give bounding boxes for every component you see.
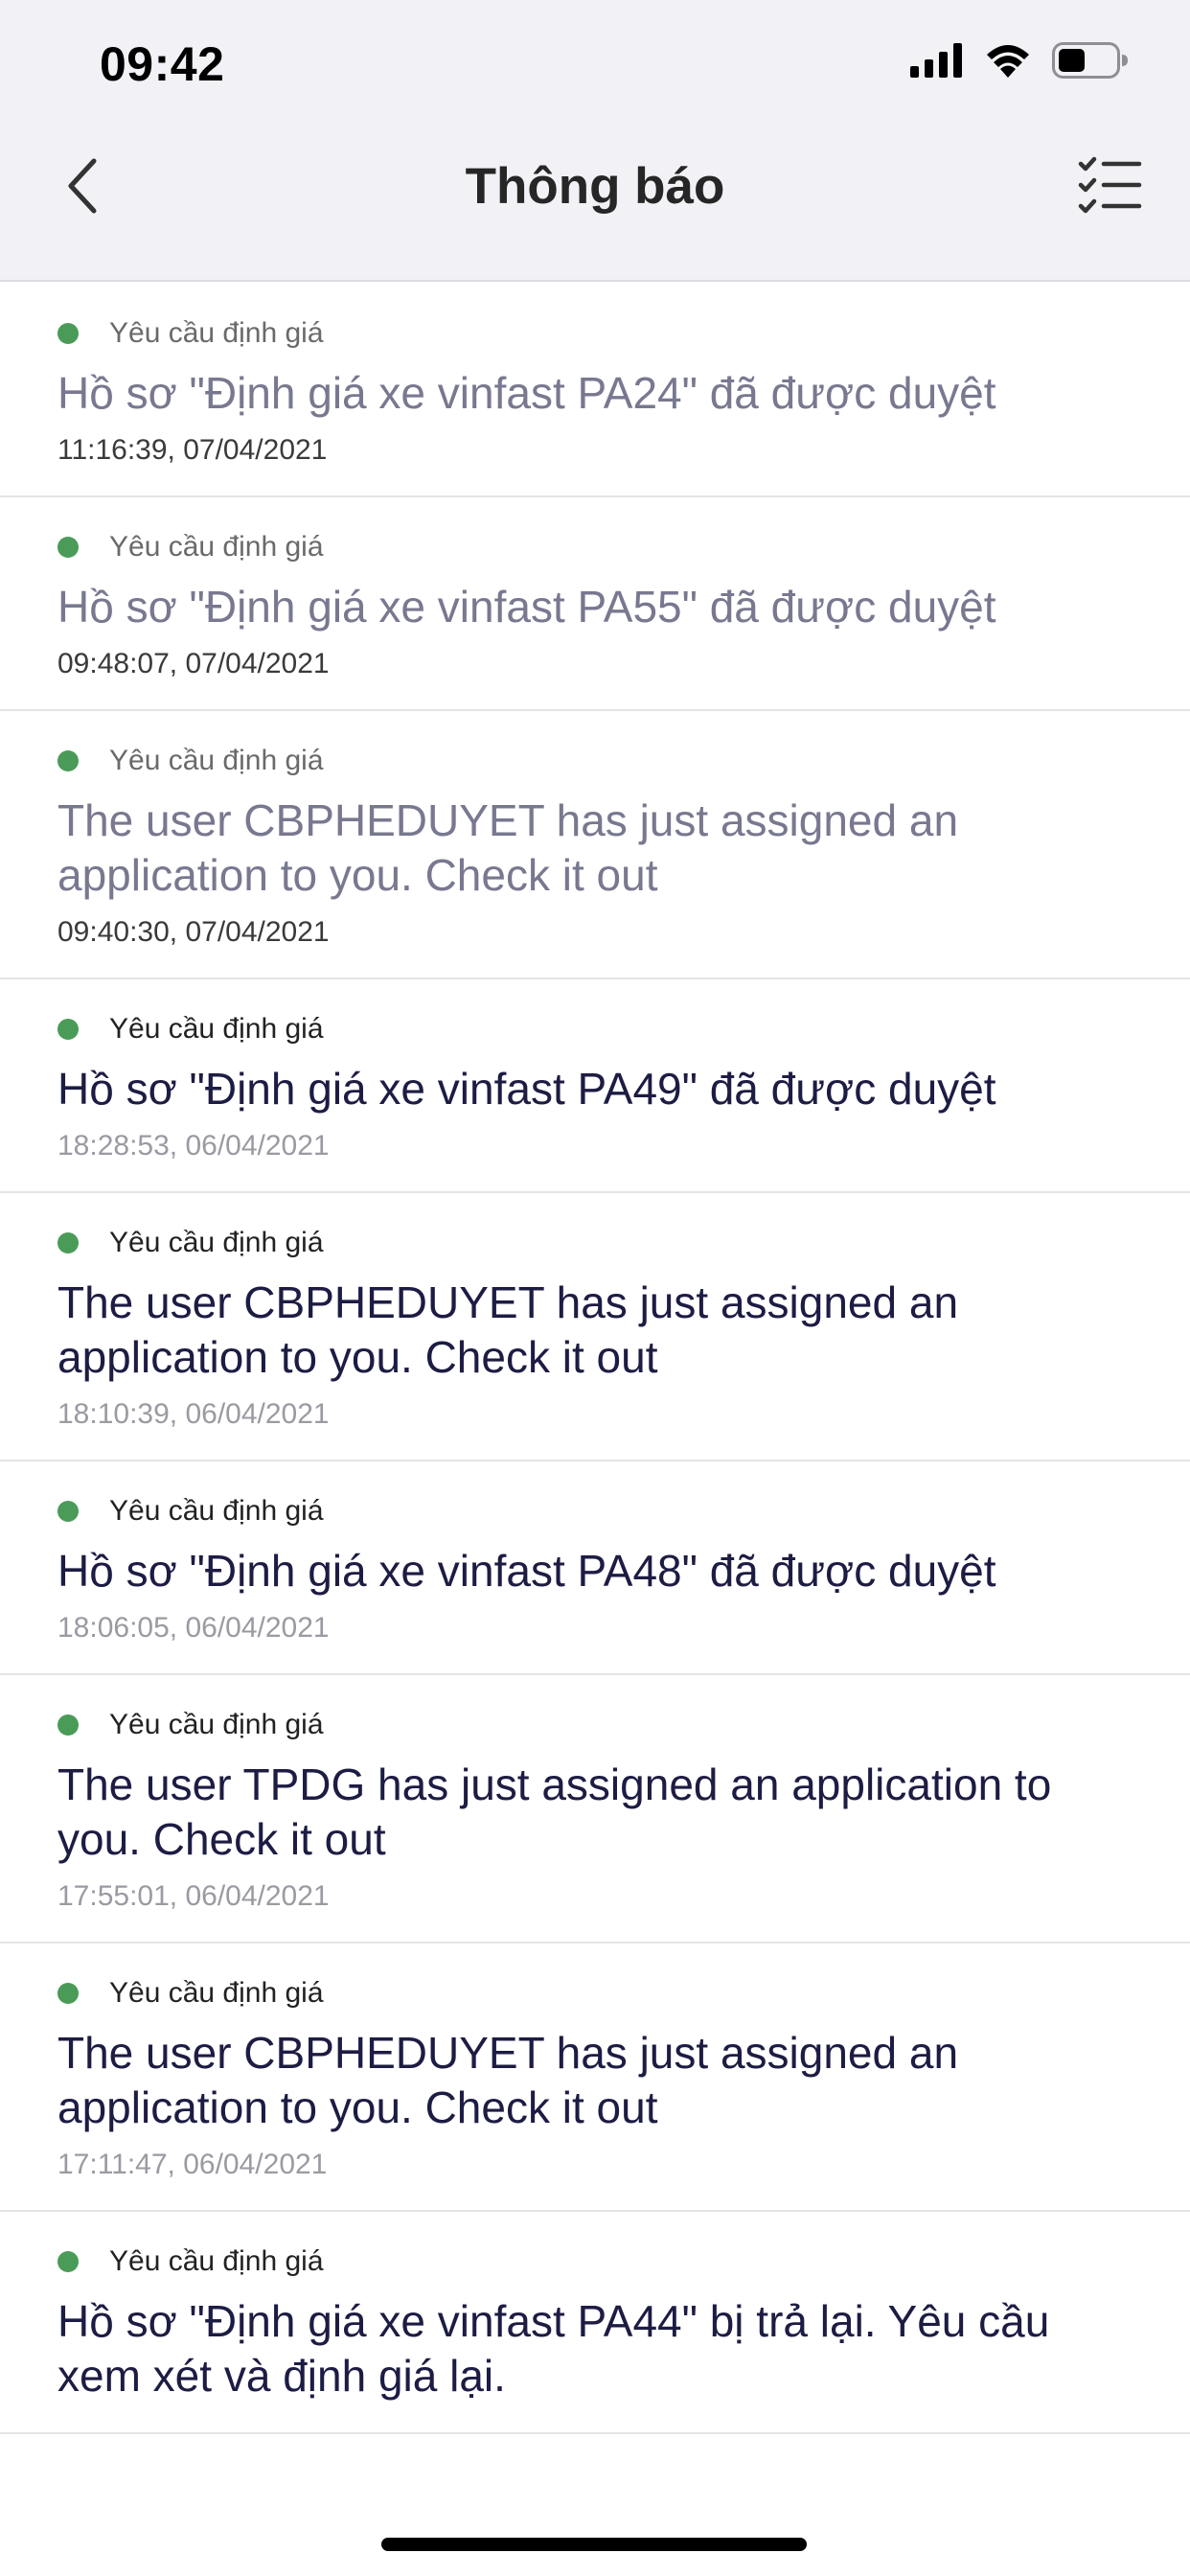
category-label: Yêu cầu định giá	[109, 1013, 324, 1045]
category-label: Yêu cầu định giá	[109, 1709, 324, 1740]
status-dot-icon	[57, 1232, 79, 1254]
notification-category: Yêu cầu định giá	[57, 1226, 1133, 1260]
status-dot-icon	[57, 1019, 79, 1040]
status-dot-icon	[57, 323, 79, 344]
status-dot-icon	[57, 537, 79, 558]
notification-item[interactable]: Yêu cầu định giá Hồ sơ "Định giá xe vinfa…	[0, 1461, 1190, 1675]
home-indicator	[381, 2538, 807, 2551]
status-bar: 09:42	[0, 0, 1190, 130]
category-label: Yêu cầu định giá	[109, 1495, 324, 1527]
nav-bar: Thông báo	[0, 130, 1190, 245]
notification-item[interactable]: Yêu cầu định giá The user TPDG has just a…	[0, 1675, 1190, 1944]
notification-title: The user CBPHEDUYET has just assigned an…	[57, 1277, 959, 1382]
notification-category: Yêu cầu định giá	[57, 744, 1133, 778]
status-time: 09:42	[100, 37, 225, 91]
notification-item[interactable]: Yêu cầu định giá The user CBPHEDUYET has …	[0, 711, 1190, 979]
category-label: Yêu cầu định giá	[109, 2245, 324, 2277]
notification-title: Hồ sơ "Định giá xe vinfast PA49" đã được…	[57, 1064, 996, 1114]
notification-timestamp: 09:40:30, 07/04/2021	[57, 916, 330, 948]
notification-timestamp: 09:48:07, 07/04/2021	[57, 648, 330, 679]
notification-title: The user CBPHEDUYET has just assigned an…	[57, 795, 959, 900]
notification-category: Yêu cầu định giá	[57, 530, 1133, 564]
notification-title: The user TPDG has just assigned an appli…	[57, 1760, 1052, 1864]
notification-title: Hồ sơ "Định giá xe vinfast PA24" đã được…	[57, 368, 996, 418]
notification-title: The user CBPHEDUYET has just assigned an…	[57, 2028, 959, 2132]
notification-title: Hồ sơ "Định giá xe vinfast PA44" bị trả …	[57, 2296, 1050, 2401]
wifi-icon	[985, 43, 1031, 82]
notification-item[interactable]: Yêu cầu định giá Hồ sơ "Định giá xe vinfa…	[0, 979, 1190, 1193]
notification-timestamp: 18:06:05, 06/04/2021	[57, 1612, 330, 1644]
notification-category: Yêu cầu định giá	[57, 1708, 1133, 1742]
notification-timestamp: 18:10:39, 06/04/2021	[57, 1398, 330, 1430]
notification-timestamp: 17:55:01, 06/04/2021	[57, 1880, 330, 1912]
page-title: Thông báo	[465, 158, 725, 215]
mark-all-read-button[interactable]	[1075, 155, 1144, 220]
notification-list: Yêu cầu định giá Hồ sơ "Định giá xe vinfa…	[0, 284, 1190, 2434]
battery-icon	[1052, 42, 1129, 83]
signal-icon	[910, 43, 964, 82]
notification-item[interactable]: Yêu cầu định giá Hồ sơ "Định giá xe vinfa…	[0, 497, 1190, 711]
notification-item[interactable]: Yêu cầu định giá Hồ sơ "Định giá xe vinfa…	[0, 2212, 1190, 2434]
status-dot-icon	[57, 1983, 79, 2004]
notification-title: Hồ sơ "Định giá xe vinfast PA48" đã được…	[57, 1546, 996, 1596]
notification-category: Yêu cầu định giá	[57, 1494, 1133, 1529]
top-area: 09:42 Thông báo	[0, 0, 1190, 282]
notification-timestamp: 18:28:53, 06/04/2021	[57, 1130, 330, 1162]
notification-item[interactable]: Yêu cầu định giá The user CBPHEDUYET has …	[0, 1944, 1190, 2212]
notification-category: Yêu cầu định giá	[57, 316, 1133, 351]
category-label: Yêu cầu định giá	[109, 317, 324, 349]
notification-category: Yêu cầu định giá	[57, 1012, 1133, 1046]
notification-item[interactable]: Yêu cầu định giá Hồ sơ "Định giá xe vinfa…	[0, 284, 1190, 497]
category-label: Yêu cầu định giá	[109, 1227, 324, 1258]
status-dot-icon	[57, 1714, 79, 1736]
status-dot-icon	[57, 2251, 79, 2272]
notification-category: Yêu cầu định giá	[57, 1976, 1133, 2011]
notification-timestamp: 17:11:47, 06/04/2021	[57, 2149, 328, 2180]
checklist-icon	[1077, 156, 1142, 220]
category-label: Yêu cầu định giá	[109, 1977, 324, 2009]
notification-item[interactable]: Yêu cầu định giá The user CBPHEDUYET has …	[0, 1193, 1190, 1461]
category-label: Yêu cầu định giá	[109, 531, 324, 563]
notification-category: Yêu cầu định giá	[57, 2244, 1133, 2279]
notification-title: Hồ sơ "Định giá xe vinfast PA55" đã được…	[57, 582, 996, 632]
status-dot-icon	[57, 1501, 79, 1522]
category-label: Yêu cầu định giá	[109, 745, 324, 776]
notification-timestamp: 11:16:39, 07/04/2021	[57, 434, 328, 466]
status-icons	[910, 42, 1129, 83]
status-dot-icon	[57, 750, 79, 771]
